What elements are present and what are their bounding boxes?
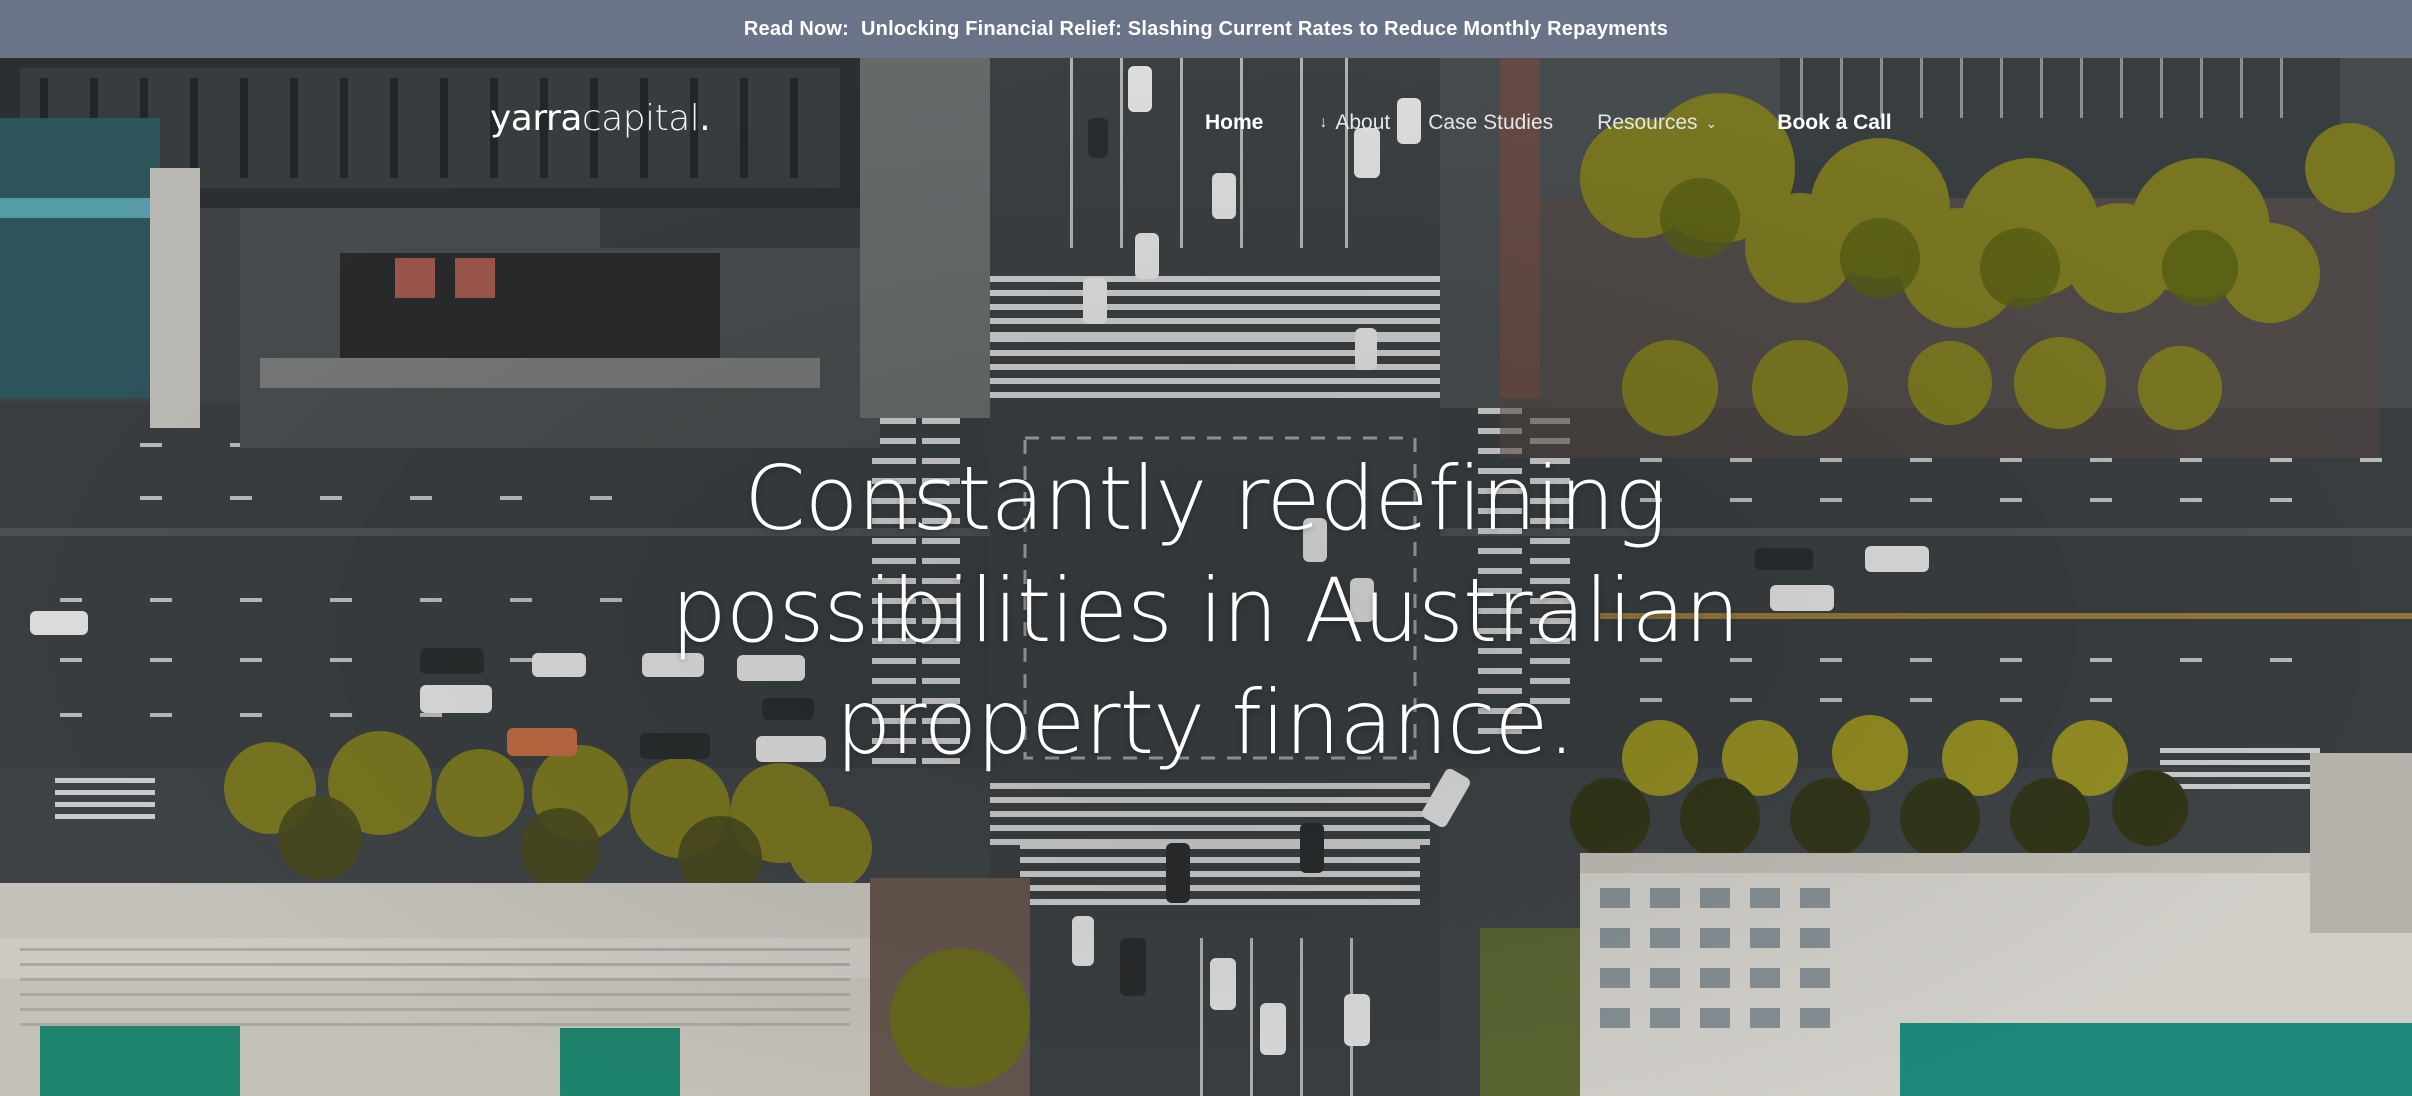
hero-section: yarra capital. Home ↓ About Case Studies …	[0, 58, 2412, 1096]
nav-home[interactable]: Home	[1205, 111, 1263, 135]
nav-resources[interactable]: Resources ⌄	[1597, 111, 1717, 135]
logo-dot: .	[699, 98, 711, 139]
site-logo[interactable]: yarra capital.	[490, 98, 711, 148]
headline-line-1: Constantly redefining	[744, 447, 1667, 550]
logo-brand-secondary: capital	[581, 98, 700, 139]
headline-line-2: possibilities in Australian	[670, 559, 1740, 662]
book-call-button[interactable]: Book a Call	[1777, 111, 1891, 135]
announcement-lead: Read Now:	[743, 17, 850, 40]
hero-headline: Constantly redefining possibilities in A…	[560, 443, 1850, 779]
logo-brand-main: yarra	[490, 98, 582, 139]
nav-about-label: About	[1335, 111, 1391, 134]
nav-resources-label: Resources	[1597, 111, 1698, 134]
announcement-link[interactable]: Unlocking Financial Relief: Slashing Cur…	[861, 18, 1668, 41]
main-nav: Home ↓ About Case Studies Resources ⌄ Bo…	[1205, 108, 1892, 138]
chevron-down-icon: ⌄	[1705, 114, 1718, 131]
announcement-bar: Read Now: Unlocking Financial Relief: Sl…	[0, 0, 2412, 58]
headline-line-3: property finance.	[835, 671, 1575, 774]
nav-case-studies[interactable]: Case Studies	[1428, 111, 1553, 135]
nav-about[interactable]: ↓ About	[1319, 111, 1390, 135]
arrow-down-icon: ↓	[1319, 114, 1328, 131]
